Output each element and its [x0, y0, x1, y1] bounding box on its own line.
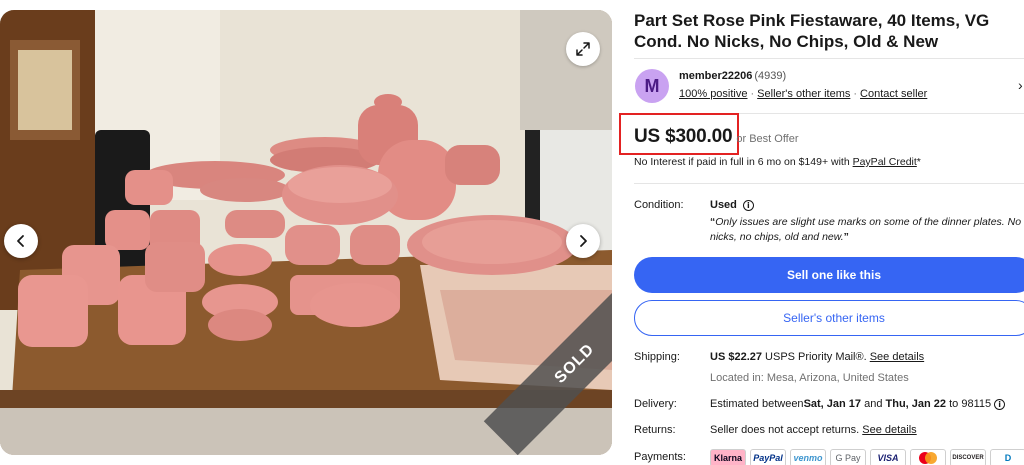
- seller-other-items-link[interactable]: Seller's other items: [757, 88, 850, 100]
- shipping-details-link[interactable]: See details: [870, 351, 924, 363]
- divider: [634, 183, 1024, 184]
- seller-links: 100% positive · Seller's other items · Conta…: [679, 88, 927, 100]
- next-image-button[interactable]: [566, 224, 600, 258]
- contact-seller-link[interactable]: Contact seller: [860, 88, 927, 100]
- item-price: US $300.00: [634, 126, 733, 147]
- separator-dot: ·: [853, 88, 858, 100]
- paypal-credit-line: No Interest if paid in full in 6 mo on $…: [634, 156, 921, 168]
- shipping-label: Shipping:: [634, 351, 680, 363]
- expand-button[interactable]: [566, 32, 600, 66]
- delivery-end-date: Thu, Jan 22: [885, 398, 947, 410]
- seller-card[interactable]: M member22206 (4939) 100% positive · Seller…: [634, 58, 1024, 114]
- delivery-prefix: Estimated between: [710, 398, 804, 410]
- chevron-right-icon[interactable]: ›: [1018, 77, 1023, 93]
- shipping-price: US $22.27: [710, 351, 762, 363]
- google-pay-logo: G Pay: [830, 449, 866, 465]
- credit-asterisk: *: [916, 156, 921, 168]
- condition-text: Used: [710, 199, 737, 211]
- returns-details-link[interactable]: See details: [862, 424, 916, 436]
- klarna-logo: Klarna: [710, 449, 746, 465]
- seller-positive-link[interactable]: 100% positive: [679, 88, 748, 100]
- condition-label: Condition:: [634, 199, 684, 211]
- seller-avatar[interactable]: M: [635, 69, 669, 103]
- condition-value: Used i: [710, 199, 754, 211]
- shipping-value: US $22.27 USPS Priority Mail®. See detai…: [710, 351, 924, 363]
- listing-details-panel: Part Set Rose Pink Fiestaware, 40 Items,…: [619, 0, 1024, 465]
- payment-methods: Klarna PayPal venmo G Pay VISA DISCOVER …: [710, 449, 1024, 465]
- sellers-other-items-button[interactable]: Seller's other items: [634, 300, 1024, 336]
- visa-logo: VISA: [870, 449, 906, 465]
- returns-value: Seller does not accept returns. See deta…: [710, 424, 917, 436]
- expand-icon: [576, 42, 590, 56]
- seller-notes: “Only issues are slight use marks on som…: [710, 215, 1024, 245]
- returns-label: Returns:: [634, 424, 676, 436]
- payments-label: Payments:: [634, 451, 686, 463]
- delivery-zip: to 98115: [946, 398, 995, 410]
- delivery-label: Delivery:: [634, 398, 677, 410]
- image-gallery[interactable]: SOLD: [0, 10, 612, 455]
- delivery-value: Estimated between Sat, Jan 17 and Thu, J…: [710, 398, 1006, 410]
- seller-name[interactable]: member22206: [679, 70, 752, 82]
- info-icon[interactable]: i: [994, 398, 1006, 410]
- seller-feedback-score[interactable]: (4939): [754, 70, 786, 82]
- shipping-service: USPS Priority Mail®.: [761, 351, 870, 363]
- price-row: US $300.00 or Best Offer: [634, 126, 799, 154]
- chevron-left-icon: [17, 235, 24, 247]
- info-icon[interactable]: i: [742, 199, 754, 211]
- paypal-credit-link[interactable]: PayPal Credit: [853, 156, 917, 168]
- delivery-start-date: Sat, Jan 17: [803, 398, 862, 410]
- mastercard-icon: [919, 452, 937, 464]
- credit-text: No Interest if paid in full in 6 mo on $…: [634, 156, 853, 168]
- diners-logo: D: [990, 449, 1024, 465]
- discover-logo: DISCOVER: [950, 449, 986, 465]
- seller-name-line: member22206 (4939): [679, 70, 786, 82]
- best-offer-text: or Best Offer: [736, 133, 799, 145]
- seller-notes-text: Only issues are slight use marks on some…: [710, 216, 1022, 243]
- mastercard-logo: [910, 449, 946, 465]
- sell-one-like-this-button[interactable]: Sell one like this: [634, 257, 1024, 293]
- delivery-and: and: [861, 398, 886, 410]
- quote-close: ”: [843, 231, 849, 243]
- returns-text: Seller does not accept returns.: [710, 424, 863, 436]
- chevron-right-icon: [580, 235, 587, 247]
- paypal-logo: PayPal: [750, 449, 786, 465]
- item-location: Located in: Mesa, Arizona, United States: [710, 372, 909, 384]
- venmo-logo: venmo: [790, 449, 826, 465]
- listing-title: Part Set Rose Pink Fiestaware, 40 Items,…: [634, 11, 990, 51]
- separator-dot: ·: [750, 88, 755, 100]
- previous-image-button[interactable]: [4, 224, 38, 258]
